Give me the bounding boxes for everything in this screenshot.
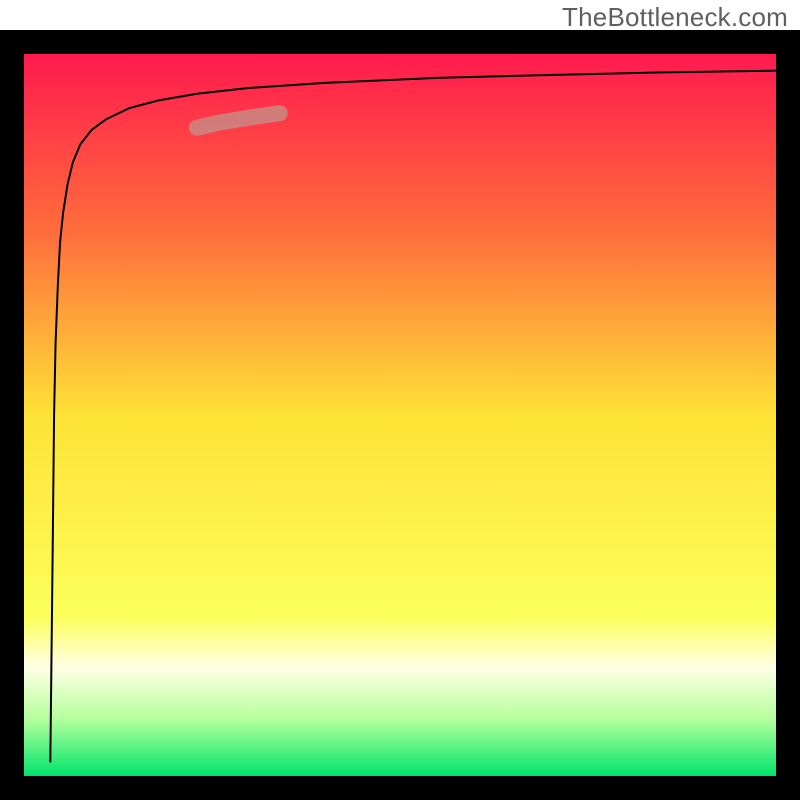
chart-container: TheBottleneck.com xyxy=(0,0,800,800)
plot-background xyxy=(24,54,776,776)
chart-svg xyxy=(0,0,800,800)
watermark-text: TheBottleneck.com xyxy=(562,2,788,33)
